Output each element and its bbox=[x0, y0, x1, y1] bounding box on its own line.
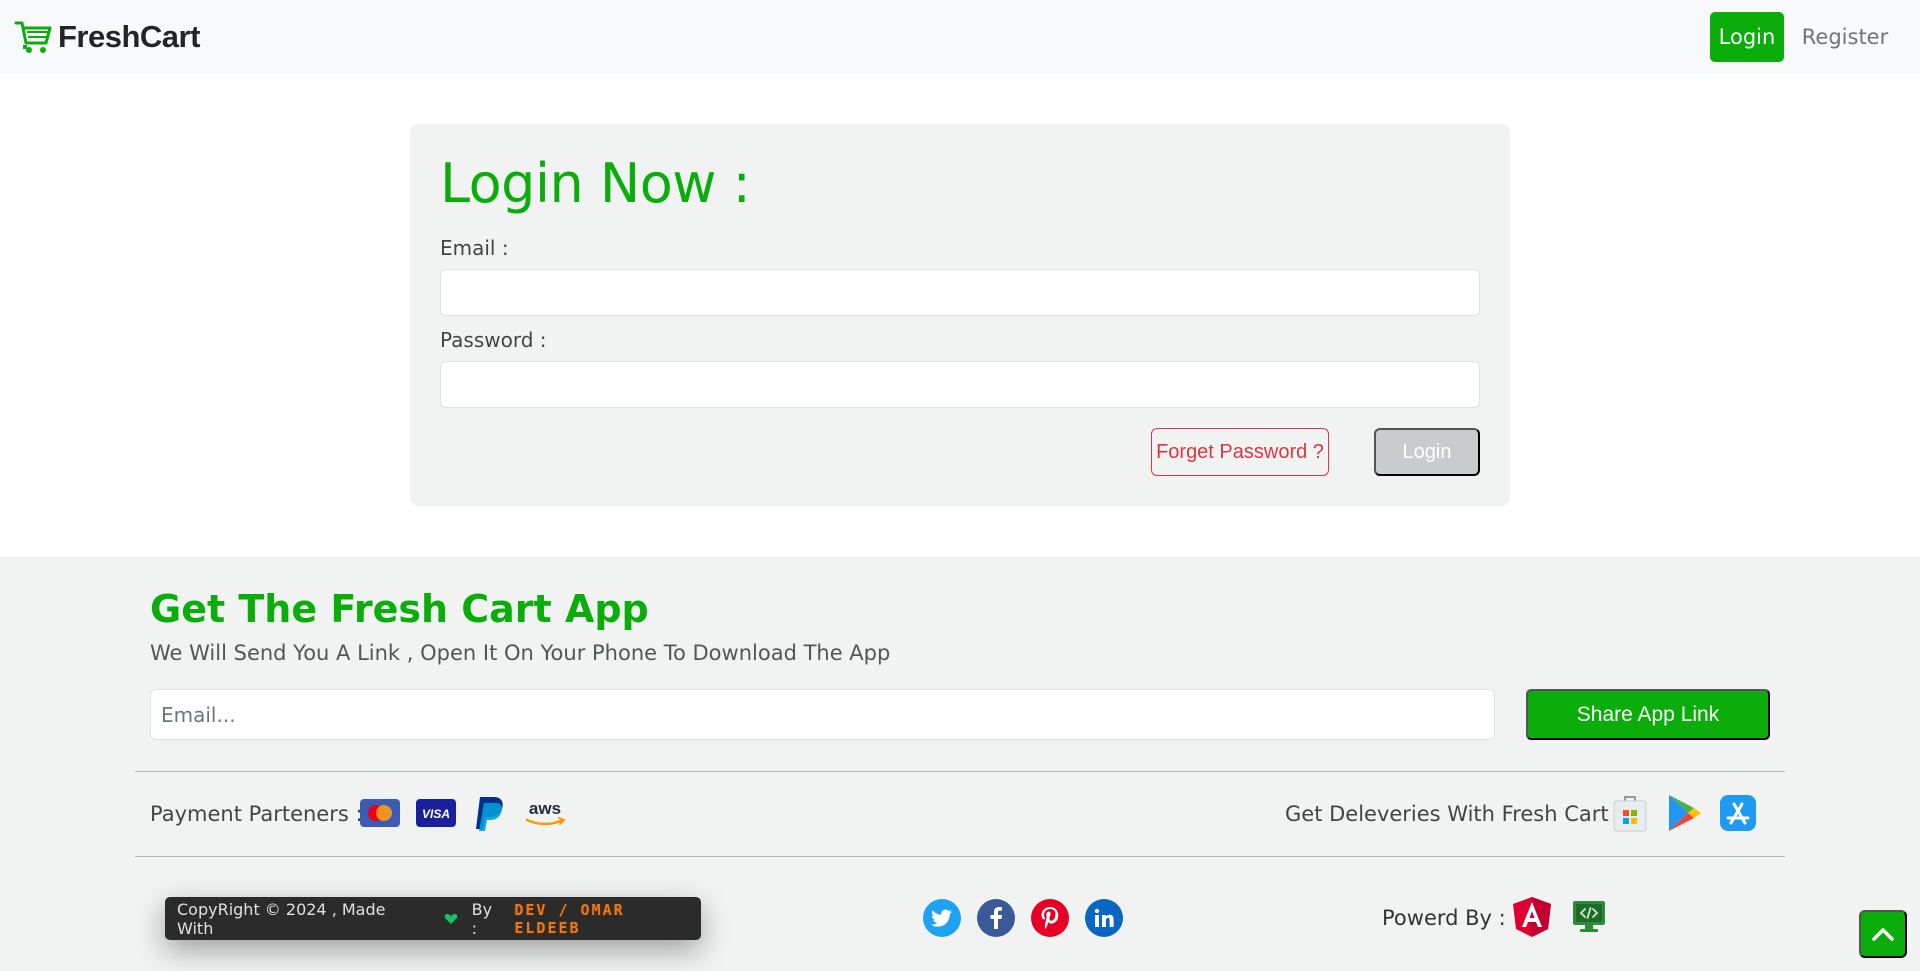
pinterest-icon[interactable] bbox=[1031, 899, 1069, 937]
paypal-icon bbox=[476, 797, 503, 831]
powered-by-icons bbox=[1513, 897, 1607, 937]
copyright-badge: CopyRight © 2024 , Made With By : DEV / … bbox=[165, 897, 701, 940]
powered-by-label: Powerd By : bbox=[1382, 906, 1506, 930]
email-input[interactable] bbox=[440, 269, 1480, 316]
login-card: Login Now : Email : Password : Forget Pa… bbox=[410, 124, 1510, 506]
svg-text:aws: aws bbox=[529, 799, 561, 818]
svg-text:VISA: VISA bbox=[422, 807, 450, 821]
author-name[interactable]: DEV / OMAR ELDEEB bbox=[514, 901, 701, 937]
google-play-icon[interactable] bbox=[1666, 793, 1702, 833]
payment-partners: VISA aws bbox=[360, 793, 568, 833]
nav-register-link[interactable]: Register bbox=[1795, 12, 1895, 62]
app-store-icon[interactable] bbox=[1720, 795, 1756, 831]
footer: Get The Fresh Cart App We Will Send You … bbox=[0, 557, 1920, 971]
chevron-up-icon bbox=[1872, 928, 1894, 941]
navbar: FreshCart Login Register bbox=[0, 0, 1920, 73]
delivery-apps bbox=[1612, 793, 1756, 833]
divider bbox=[135, 771, 1785, 772]
app-promo-subtitle: We Will Send You A Link , Open It On You… bbox=[150, 641, 891, 665]
app-promo-title: Get The Fresh Cart App bbox=[150, 587, 649, 631]
visa-icon: VISA bbox=[416, 799, 456, 827]
copyright-text: CopyRight © 2024 , Made With bbox=[177, 899, 386, 938]
scroll-to-top-button[interactable] bbox=[1859, 910, 1907, 958]
nav-login-link[interactable]: Login bbox=[1710, 12, 1784, 62]
divider bbox=[135, 856, 1785, 857]
forget-password-button[interactable]: Forget Password ? bbox=[1151, 428, 1329, 476]
brand-name: FreshCart bbox=[58, 19, 200, 54]
login-submit-button[interactable]: Login bbox=[1374, 428, 1480, 476]
twitter-icon[interactable] bbox=[923, 899, 961, 937]
social-links bbox=[923, 899, 1123, 937]
email-label: Email : bbox=[440, 236, 509, 260]
share-app-link-button[interactable]: Share App Link bbox=[1526, 689, 1770, 740]
by-label: By : bbox=[471, 899, 493, 938]
angular-icon bbox=[1513, 897, 1551, 937]
heart-icon bbox=[444, 913, 457, 924]
code-monitor-icon bbox=[1573, 901, 1605, 932]
payment-partners-label: Payment Parteners : bbox=[150, 802, 363, 826]
app-link-email-input[interactable]: Email... bbox=[150, 689, 1495, 740]
mastercard-icon bbox=[360, 799, 400, 827]
password-input[interactable] bbox=[440, 361, 1480, 408]
facebook-icon[interactable] bbox=[977, 899, 1015, 937]
linkedin-icon[interactable] bbox=[1085, 899, 1123, 937]
aws-icon: aws bbox=[525, 799, 566, 826]
microsoft-store-icon[interactable] bbox=[1612, 793, 1648, 833]
deliveries-label: Get Deleveries With Fresh Cart : bbox=[1285, 802, 1623, 826]
password-label: Password : bbox=[440, 328, 547, 352]
cart-icon bbox=[14, 21, 52, 53]
login-title: Login Now : bbox=[440, 152, 751, 215]
brand-logo[interactable]: FreshCart bbox=[14, 18, 200, 56]
